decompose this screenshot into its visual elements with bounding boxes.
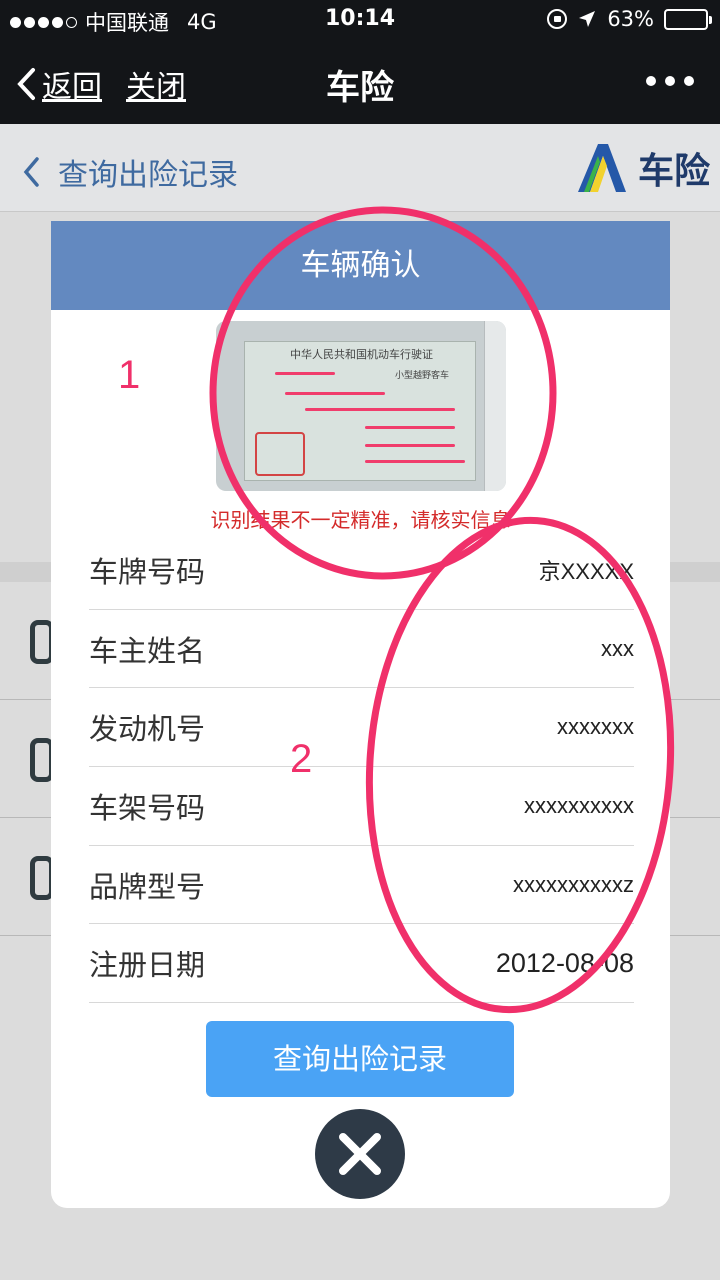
- field-row-plate: 车牌号码 京XXXXX: [89, 531, 634, 610]
- query-claims-button[interactable]: 查询出险记录: [206, 1021, 514, 1097]
- battery-icon: [664, 8, 712, 30]
- redaction-mark: [305, 408, 455, 411]
- license-vehicle-type: 小型越野客车: [395, 371, 450, 381]
- field-row-engine: 发动机号 xxxxxxx: [89, 688, 634, 768]
- field-row-owner: 车主姓名 xxx: [89, 610, 634, 689]
- photo-edge: [484, 321, 506, 491]
- field-value: 京XXXXX: [538, 558, 634, 584]
- page-back-button[interactable]: 查询出险记录: [22, 150, 238, 194]
- status-right: 63%: [547, 7, 712, 31]
- battery-percent: 63%: [607, 7, 654, 31]
- rotation-lock-icon: [547, 9, 568, 29]
- field-row-model: 品牌型号 xxxxxxxxxxz: [89, 846, 634, 925]
- field-row-reg-date: 注册日期 2012-08-08: [89, 924, 634, 1004]
- modal-title: 车辆确认: [51, 221, 670, 310]
- field-value: xxxxxxxxxx: [524, 792, 634, 818]
- more-options-icon[interactable]: [646, 76, 694, 86]
- field-label: 车架号码: [89, 790, 206, 825]
- recognition-warning: 识别结果不一定精准，请核实信息: [210, 508, 511, 532]
- field-label: 品牌型号: [89, 869, 206, 904]
- field-value: xxx: [601, 635, 634, 661]
- logo-text: 车险: [637, 151, 710, 192]
- redaction-mark: [275, 372, 335, 375]
- close-modal-button[interactable]: [315, 1109, 405, 1199]
- nav-title: 车险: [326, 68, 394, 108]
- redaction-mark: [365, 444, 455, 447]
- field-label: 注册日期: [89, 948, 206, 983]
- driving-license-image: 中华人民共和国机动车行驶证 小型越野客车: [244, 341, 476, 481]
- license-photo: 中华人民共和国机动车行驶证 小型越野客车: [216, 321, 506, 491]
- location-arrow-icon: [579, 11, 596, 27]
- app-logo: 车险: [574, 142, 710, 194]
- status-bar: 中国联通 4G 10:14 63%: [0, 0, 720, 40]
- page-header: 查询出险记录 车险: [0, 124, 720, 212]
- redaction-mark: [365, 426, 455, 429]
- nav-bar: 返回 关闭 车险: [0, 40, 720, 124]
- logo-a-icon: [577, 144, 626, 192]
- field-label: 车主姓名: [89, 633, 206, 668]
- field-row-vin: 车架号码 xxxxxxxxxx: [89, 767, 634, 846]
- page-back-label: 查询出险记录: [58, 158, 238, 193]
- field-value: xxxxxxxxxxz: [513, 871, 634, 897]
- chevron-left-icon: [23, 157, 39, 187]
- redaction-mark: [285, 392, 385, 395]
- vehicle-info-list: 车牌号码 京XXXXX 车主姓名 xxx 发动机号 xxxxxxx 车架号码 x…: [89, 531, 634, 1004]
- field-label: 车牌号码: [89, 554, 206, 589]
- license-header-text: 中华人民共和国机动车行驶证: [290, 348, 433, 361]
- field-value: xxxxxxx: [557, 714, 634, 740]
- field-value: 2012-08-08: [495, 947, 634, 978]
- close-icon: [339, 1133, 381, 1175]
- license-stamp: [255, 432, 305, 476]
- redaction-mark: [365, 460, 465, 463]
- field-label: 发动机号: [89, 712, 206, 747]
- vehicle-confirm-modal: 车辆确认 中华人民共和国机动车行驶证 小型越野客车 识别结果不一定精准，请核实信…: [51, 221, 670, 1208]
